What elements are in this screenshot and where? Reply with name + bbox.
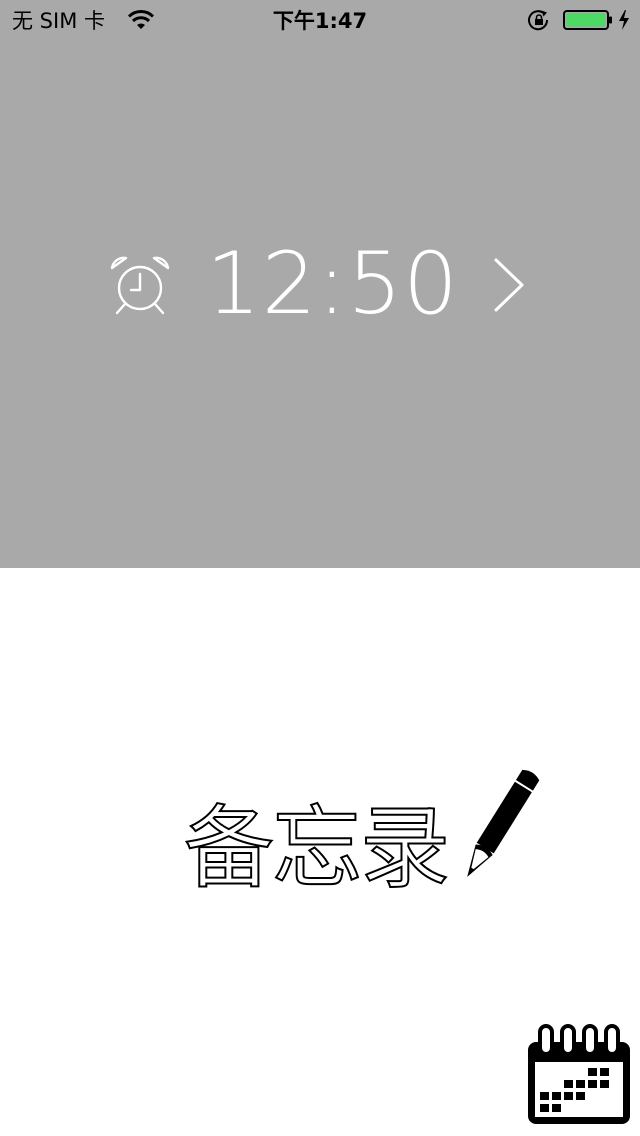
alarm-panel: 12:50 xyxy=(0,0,640,568)
calendar-icon[interactable] xyxy=(524,1020,634,1128)
alarm-time[interactable]: 12:50 xyxy=(206,238,458,330)
rotation-lock-icon xyxy=(528,10,549,31)
alarm-row[interactable]: 12:50 xyxy=(0,238,640,330)
status-bar: 无 SIM 卡 下午1:47 xyxy=(0,0,640,40)
alarm-clock-icon xyxy=(110,256,170,315)
memo-button[interactable]: 备忘录 xyxy=(180,760,550,906)
battery-icon xyxy=(563,10,612,30)
pencil-icon xyxy=(467,769,540,877)
chevron-right-icon[interactable] xyxy=(490,254,528,316)
charging-bolt-icon xyxy=(619,10,629,30)
memo-title: 备忘录 xyxy=(183,795,451,902)
